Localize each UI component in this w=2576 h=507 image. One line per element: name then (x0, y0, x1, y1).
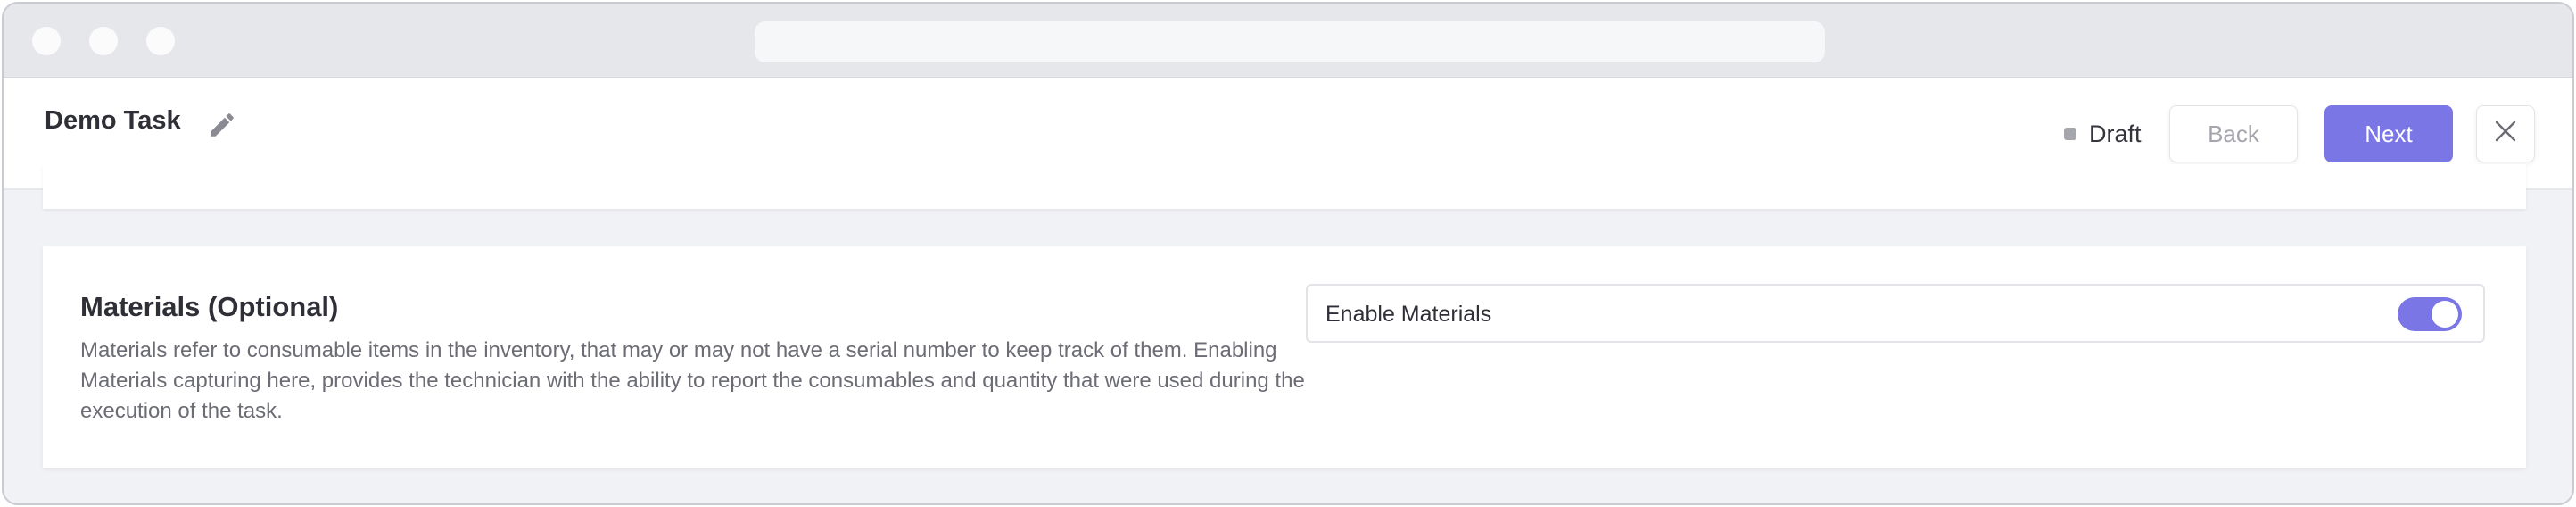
close-icon (2494, 120, 2517, 149)
browser-window: Demo Task Draft Back Next Materials (Opt… (2, 2, 2574, 505)
materials-title: Materials (Optional) (80, 291, 339, 322)
pencil-icon[interactable] (207, 110, 237, 140)
next-button[interactable]: Next (2324, 105, 2453, 162)
close-button[interactable] (2476, 105, 2535, 162)
previous-section-card (43, 164, 2526, 209)
browser-titlebar (4, 4, 2572, 78)
window-minimize-dot[interactable] (89, 27, 118, 55)
address-bar[interactable] (755, 21, 1825, 62)
enable-materials-label: Enable Materials (1325, 302, 1492, 327)
window-close-dot[interactable] (32, 27, 61, 55)
enable-materials-row[interactable]: Enable Materials (1306, 284, 2485, 343)
toggle-knob (2432, 301, 2458, 328)
back-button[interactable]: Back (2169, 105, 2298, 162)
task-title: Demo Task (45, 106, 181, 135)
window-maximize-dot[interactable] (146, 27, 175, 55)
draft-status-dot (2064, 128, 2076, 140)
status-label: Draft (2089, 120, 2142, 147)
materials-card: Materials (Optional) Materials refer to … (43, 246, 2526, 468)
enable-materials-toggle[interactable] (2398, 297, 2462, 331)
status-indicator: Draft (2064, 120, 2142, 148)
materials-description: Materials refer to consumable items in t… (80, 338, 1305, 423)
